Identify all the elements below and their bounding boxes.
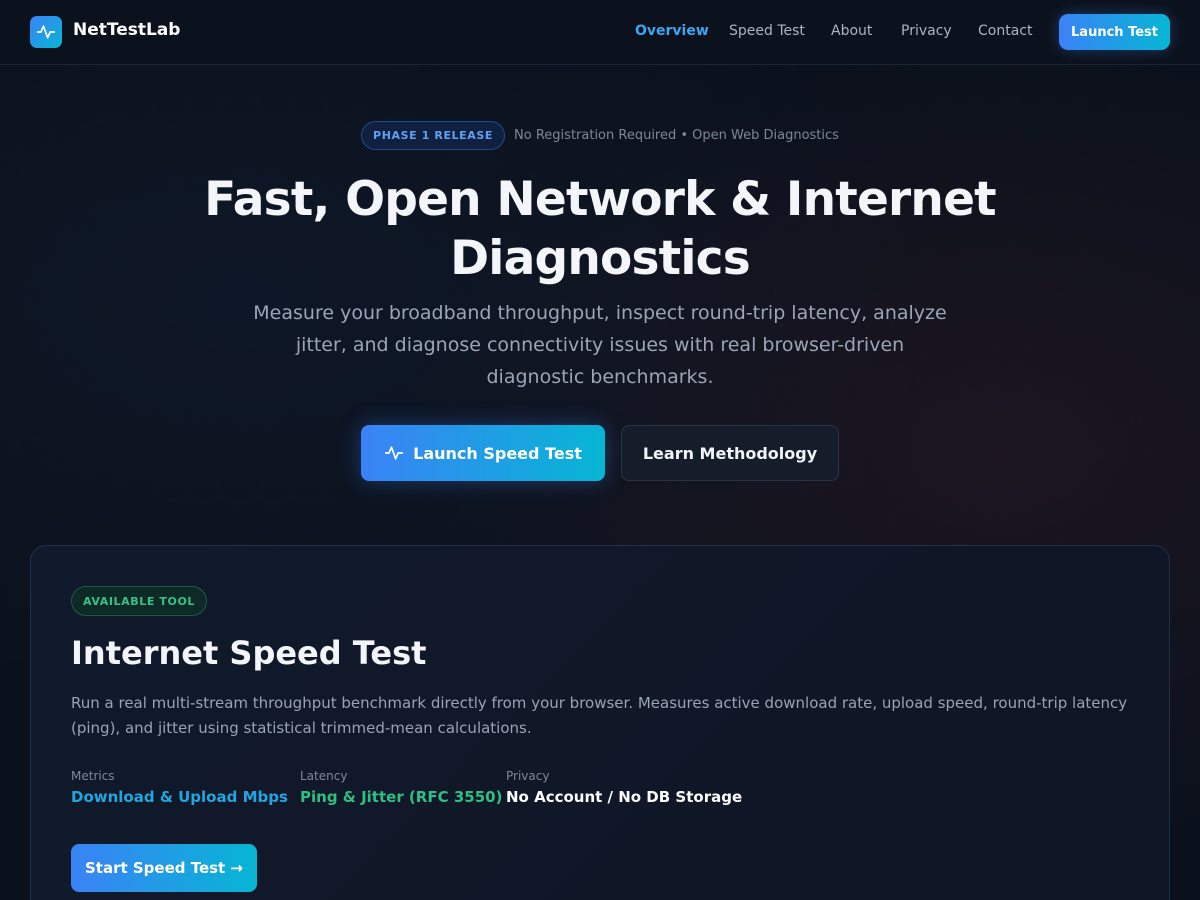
card-description: Run a real multi-stream throughput bench… bbox=[71, 694, 1128, 737]
hero-badge-row: PHASE 1 RELEASE No Registration Required… bbox=[0, 121, 1200, 150]
speed-test-card: AVAILABLE TOOL Internet Speed Test Run a… bbox=[30, 545, 1170, 900]
activity-pulse-icon bbox=[36, 25, 56, 39]
start-speed-test-button[interactable]: Start Speed Test → bbox=[71, 844, 257, 892]
logo-icon[interactable] bbox=[30, 16, 62, 48]
metric-value: Download & Upload Mbps bbox=[71, 788, 288, 806]
metric-label: Privacy bbox=[506, 769, 550, 783]
top-navigation-bar: NetTestLab Overview Speed Test About Pri… bbox=[0, 0, 1200, 65]
nav-overview[interactable]: Overview bbox=[635, 23, 709, 39]
badge-note: No Registration Required • Open Web Diag… bbox=[514, 128, 839, 143]
metric-throughput: Metrics Download & Upload Mbps bbox=[71, 769, 288, 806]
nav-contact[interactable]: Contact bbox=[978, 23, 1032, 39]
launch-speed-test-button[interactable]: Launch Speed Test bbox=[361, 425, 605, 481]
hero-title: Fast, Open Network & Internet Diagnostic… bbox=[204, 172, 996, 286]
nav-privacy[interactable]: Privacy bbox=[901, 23, 952, 39]
learn-methodology-button[interactable]: Learn Methodology bbox=[621, 425, 839, 481]
metric-label: Latency bbox=[300, 769, 348, 783]
card-title: Internet Speed Test bbox=[71, 634, 427, 672]
available-tool-badge: AVAILABLE TOOL bbox=[71, 586, 208, 616]
logo-text[interactable]: NetTestLab bbox=[73, 20, 180, 40]
nav-about[interactable]: About bbox=[831, 23, 872, 39]
nav-speed-test[interactable]: Speed Test bbox=[729, 23, 805, 39]
metric-privacy: Privacy No Account / No DB Storage bbox=[506, 769, 742, 806]
hero-subtitle: Measure your broadband throughput, inspe… bbox=[253, 302, 947, 388]
metric-value: Ping & Jitter (RFC 3550) bbox=[300, 788, 503, 806]
launch-speed-test-label: Launch Speed Test bbox=[413, 443, 582, 463]
metric-value: No Account / No DB Storage bbox=[506, 788, 743, 806]
phase-badge: PHASE 1 RELEASE bbox=[361, 121, 506, 150]
metric-label: Metrics bbox=[71, 769, 115, 783]
launch-test-button[interactable]: Launch Test bbox=[1059, 14, 1170, 50]
metric-latency: Latency Ping & Jitter (RFC 3550) bbox=[300, 769, 502, 806]
activity-pulse-icon bbox=[384, 446, 404, 460]
